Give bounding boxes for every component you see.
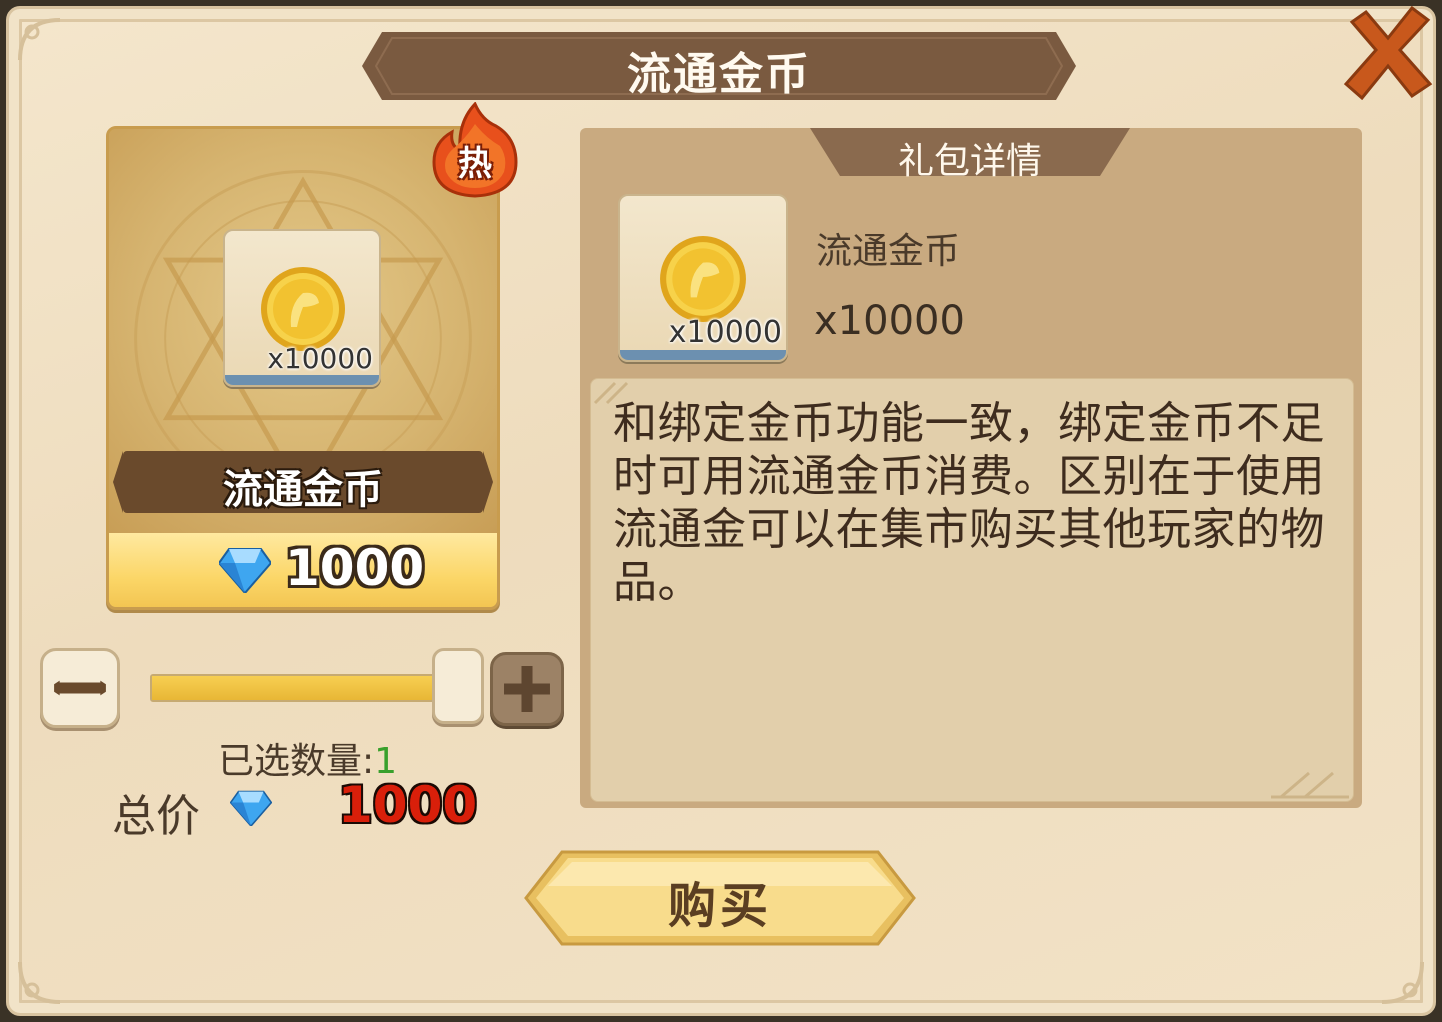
minus-icon	[54, 680, 106, 696]
hot-label: 热	[458, 144, 492, 184]
product-price-bar: 1000	[109, 533, 497, 607]
item-slot-strip	[620, 350, 786, 360]
dialog-title: 流通金币	[627, 49, 811, 100]
buy-button-label: 购买	[667, 878, 772, 934]
total-price-label: 总价	[112, 791, 200, 842]
title-banner: 流通金币	[362, 28, 1076, 104]
product-price: 1000	[285, 539, 425, 597]
product-name: 流通金币	[223, 467, 383, 513]
hot-badge: 热	[430, 101, 520, 198]
corner-ornament-icon	[1271, 771, 1349, 799]
diamond-gem-icon	[229, 790, 273, 828]
corner-ornament-icon	[10, 952, 70, 1012]
close-x-icon	[1343, 5, 1433, 101]
product-name-bar: 流通金币	[113, 451, 493, 513]
decrease-quantity-button[interactable]	[40, 648, 120, 728]
detail-item-slot: x10000	[618, 194, 788, 362]
detail-item-name: 流通金币	[816, 231, 961, 272]
corner-ornament-icon	[10, 10, 70, 70]
detail-icon-quantity: x10000	[668, 315, 782, 350]
gold-coin-icon	[259, 265, 347, 353]
corner-ornament-icon	[1372, 952, 1432, 1012]
quantity-slider[interactable]	[150, 674, 440, 702]
diamond-gem-icon	[217, 547, 273, 595]
detail-item-quantity: x10000	[814, 298, 965, 344]
close-button[interactable]	[1338, 2, 1436, 101]
quantity-slider-knob[interactable]	[432, 648, 484, 724]
product-item-slot: x10000	[223, 229, 381, 387]
details-header: 礼包详情	[810, 128, 1130, 182]
increase-quantity-button[interactable]	[490, 652, 564, 726]
description-box: 和绑定金币功能一致，绑定金币不足时可用流通金币消费。区别在于使用流通金可以在集市…	[590, 378, 1354, 802]
details-header-title: 礼包详情	[897, 141, 1042, 182]
buy-button[interactable]: 购买	[522, 846, 918, 950]
item-description: 和绑定金币功能一致，绑定金币不足时可用流通金币消费。区别在于使用流通金可以在集市…	[613, 398, 1325, 608]
product-card[interactable]: x10000 流通金币 1000	[106, 126, 500, 610]
quantity-slider-fill	[152, 676, 438, 700]
product-quantity-label: x10000	[267, 342, 373, 375]
item-slot-strip	[225, 375, 379, 385]
gold-coin-icon	[658, 234, 748, 324]
total-price-value: 1000	[338, 776, 478, 834]
plus-icon	[504, 666, 550, 712]
